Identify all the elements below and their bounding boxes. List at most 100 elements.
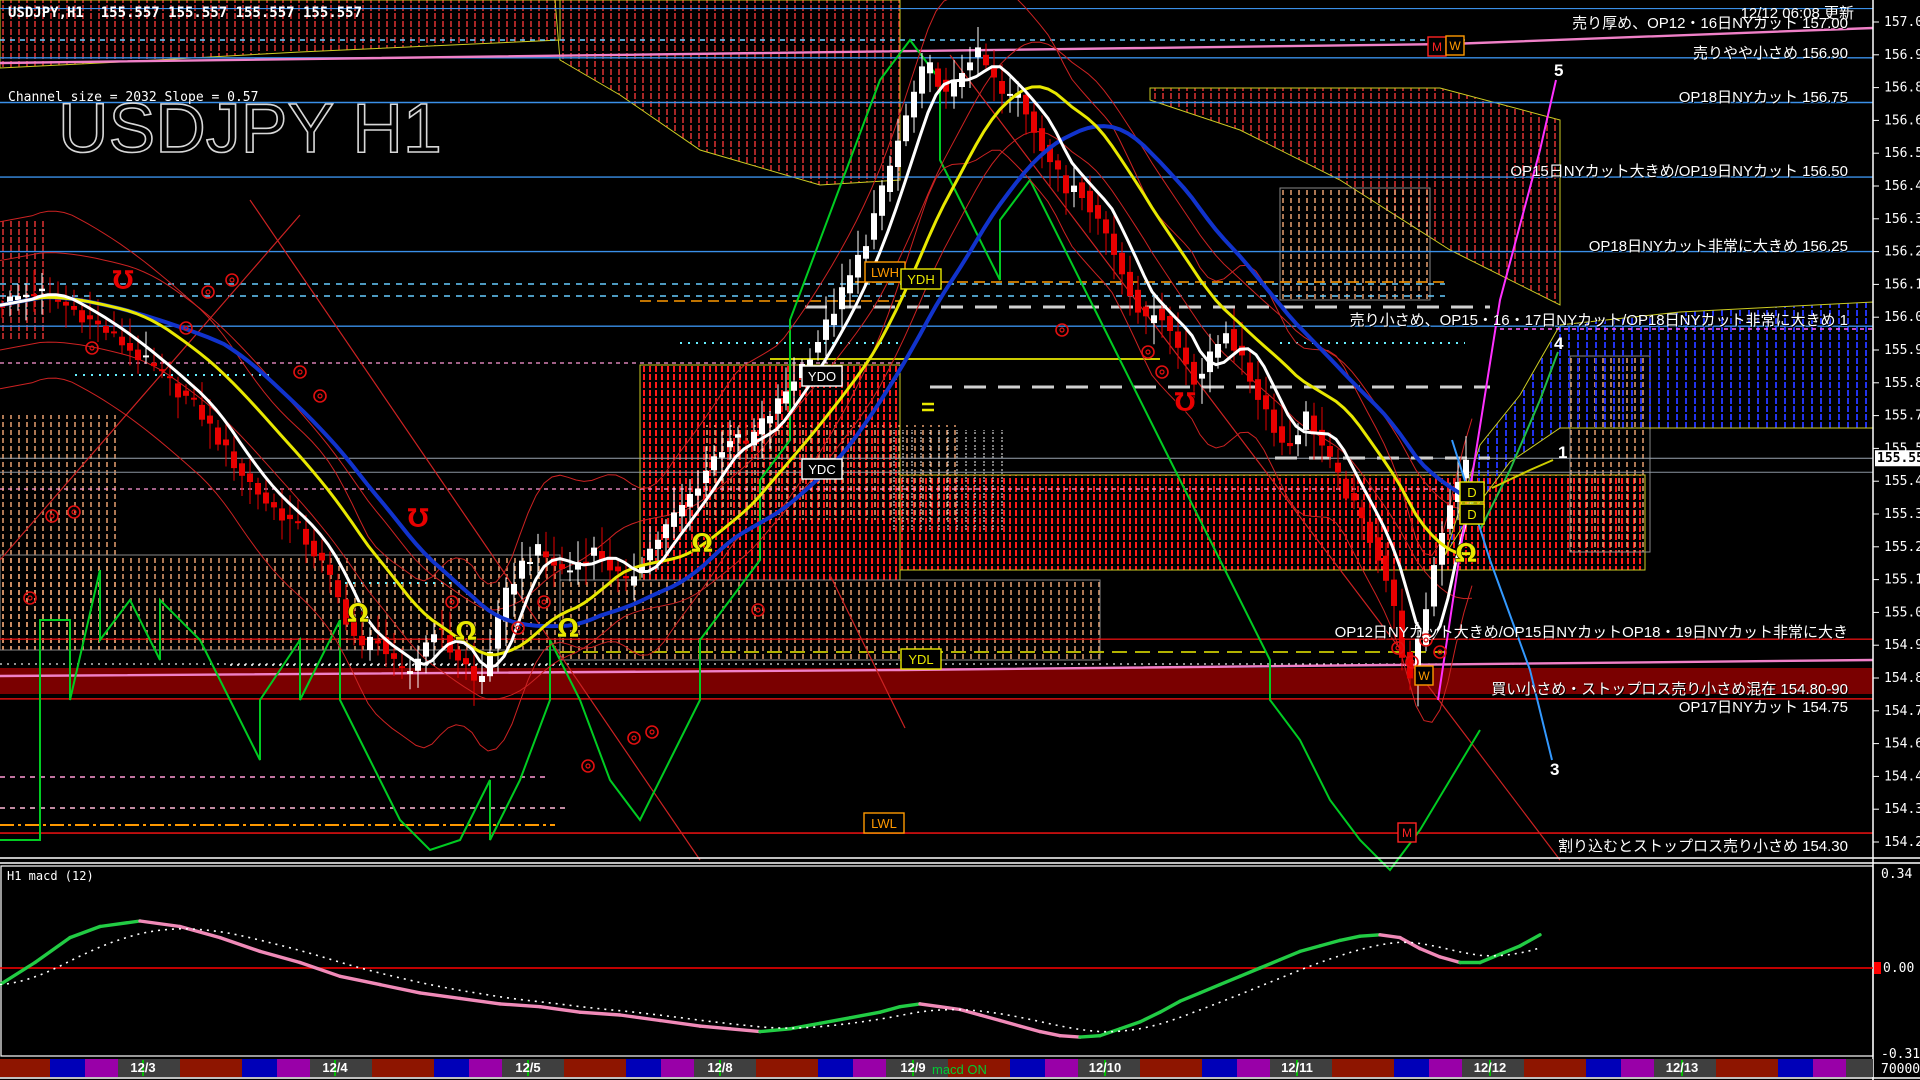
op-annotation: 割り込むとストップロス売り小さめ 154.30 xyxy=(1558,835,1848,856)
date-label: 12/3 xyxy=(130,1060,155,1075)
price-tick-label: 156.800 xyxy=(1884,81,1920,96)
projection-label: 4 xyxy=(1554,334,1564,353)
buy-signal-icon: Ω xyxy=(347,599,369,629)
macd-zero-label: 0.00 xyxy=(1883,961,1914,976)
op-annotation: 売り小さめ、OP15・16・17日NYカット/OP18日NYカット非常に大きめ … xyxy=(1350,309,1848,330)
svg-text:YDC: YDC xyxy=(808,462,835,477)
time-axis: 12/3 12/4 12/5 12/8 12/9 12/10 12/11 12/12 12/13… xyxy=(0,1059,1873,1077)
date-label: 12/13 xyxy=(1666,1060,1699,1075)
level-tag: YDH xyxy=(901,269,941,289)
date-label: 12/12 xyxy=(1474,1060,1507,1075)
level-tag: LWH xyxy=(865,262,905,282)
macd-on-label: macd ON xyxy=(932,1062,987,1077)
price-tick-label: 154.710 xyxy=(1884,704,1920,719)
level-tag: YDO xyxy=(802,366,842,386)
level-tag: YDC xyxy=(802,459,842,479)
ichimoku-cloud xyxy=(555,0,900,185)
sell-signal-icon: Ω xyxy=(1174,385,1196,415)
date-label: 12/4 xyxy=(322,1060,348,1075)
sell-signal-icon: Ω xyxy=(112,263,134,293)
op-annotation: 売りやや小さめ 156.90 xyxy=(1693,42,1848,63)
price-tick-label: 154.600 xyxy=(1884,737,1920,752)
price-tick-label: 157.020 xyxy=(1884,15,1920,30)
svg-text:YDL: YDL xyxy=(908,652,933,667)
sell-signal-icon: Ω xyxy=(407,501,429,531)
mt4-chart-window: 5413ΩΩΩΩΩΩΩΩLWHYDHYDOYDCYDLLWLMWWMDDUSDJ… xyxy=(0,0,1920,1080)
symbol-ohlc-line: USDJPY,H1 155.557 155.557 155.557 155.55… xyxy=(8,5,362,21)
svg-text:155.557: 155.557 xyxy=(1877,451,1920,466)
op-annotation: 売り厚め、OP12・16日NYカット 157.00 xyxy=(1572,12,1848,33)
date-label: 12/9 xyxy=(900,1060,925,1075)
ichimoku-cloud xyxy=(890,430,1010,530)
price-tick-label: 156.360 xyxy=(1884,212,1920,227)
date-label: 12/5 xyxy=(515,1060,540,1075)
period-tag: M xyxy=(1428,37,1446,56)
price-tick-label: 154.930 xyxy=(1884,638,1920,653)
equal-mark-icon xyxy=(922,404,934,410)
date-label: 12/8 xyxy=(707,1060,732,1075)
svg-text:LWL: LWL xyxy=(871,816,897,831)
ichimoku-cloud xyxy=(0,220,48,340)
price-tick-label: 156.580 xyxy=(1884,146,1920,161)
price-tick-label: 156.470 xyxy=(1884,179,1920,194)
period-tag: W xyxy=(1415,666,1433,685)
price-tick-label: 155.040 xyxy=(1884,605,1920,620)
price-tick-label: 154.380 xyxy=(1884,802,1920,817)
price-tick-label: 154.270 xyxy=(1884,835,1920,850)
projection-label: 1 xyxy=(1558,443,1567,462)
price-tick-label: 155.370 xyxy=(1884,507,1920,522)
price-tick-label: 156.690 xyxy=(1884,113,1920,128)
date-label: 12/11 xyxy=(1281,1060,1313,1075)
svg-text:LWH: LWH xyxy=(871,265,899,280)
price-tick-label: 156.140 xyxy=(1884,277,1920,292)
price-tick-label: 155.480 xyxy=(1884,474,1920,489)
price-tick-label: 155.920 xyxy=(1884,343,1920,358)
cross-signal-icon xyxy=(1156,366,1168,378)
period-tag: M xyxy=(1398,823,1416,842)
svg-text:YDO: YDO xyxy=(808,369,836,384)
level-tag: LWL xyxy=(864,813,904,833)
date-label: 12/10 xyxy=(1089,1060,1122,1075)
price-tick-label: 154.490 xyxy=(1884,769,1920,784)
buy-signal-icon: Ω xyxy=(557,614,579,644)
projection-label: 5 xyxy=(1554,61,1563,80)
cross-signal-icon xyxy=(294,366,306,378)
buy-signal-icon: Ω xyxy=(691,529,713,559)
cross-signal-icon xyxy=(314,390,326,402)
ichimoku-cloud xyxy=(1280,188,1430,300)
period-tag: W xyxy=(1446,36,1464,55)
price-tick-label: 156.910 xyxy=(1884,48,1920,63)
price-tick-label: 155.260 xyxy=(1884,540,1920,555)
cross-signal-icon xyxy=(646,726,658,738)
svg-text:D: D xyxy=(1467,507,1476,522)
price-axis: 157.020 156.910 156.800 156.690 156.580 156.4… xyxy=(1873,15,1920,1077)
macd-indicator-label: H1 macd (12) xyxy=(7,869,94,883)
buy-signal-icon: Ω xyxy=(1455,539,1477,569)
price-tick-label: 155.150 xyxy=(1884,573,1920,588)
macd-line xyxy=(0,921,1540,1037)
projection-label: 3 xyxy=(1550,760,1559,779)
price-tick-label: 155.810 xyxy=(1884,376,1920,391)
svg-text:M: M xyxy=(1432,40,1442,54)
daily-tag: D xyxy=(1460,504,1484,524)
op-annotation: OP12日NYカット大きめ/OP15日NYカットOP18・19日NYカット非常に… xyxy=(1335,621,1848,642)
cross-signal-icon xyxy=(628,732,640,744)
ichimoku-cloud xyxy=(560,580,1100,660)
macd-min-label: -0.31 xyxy=(1881,1047,1920,1062)
svg-text:M: M xyxy=(1402,826,1412,840)
cross-signal-icon xyxy=(582,760,594,772)
macd-signal-line xyxy=(0,929,1540,1032)
macd-pane-frame xyxy=(1,866,1873,1056)
op-annotation: OP15日NYカット大きめ/OP19日NYカット 156.50 xyxy=(1510,160,1848,181)
price-tick-label: 155.700 xyxy=(1884,409,1920,424)
op-annotation: OP17日NYカット 154.75 xyxy=(1679,696,1848,717)
buy-signal-icon: Ω xyxy=(455,617,477,647)
price-tick-label: 154.820 xyxy=(1884,671,1920,686)
op-annotation: OP18日NYカット 156.75 xyxy=(1679,86,1848,107)
daily-tag: D xyxy=(1460,482,1484,502)
price-tick-label: 156.030 xyxy=(1884,310,1920,325)
axis-extra-label: 70000 xyxy=(1881,1062,1920,1077)
svg-text:W: W xyxy=(1418,669,1430,683)
macd-max-label: 0.34 xyxy=(1881,867,1912,882)
svg-text:D: D xyxy=(1467,485,1476,500)
